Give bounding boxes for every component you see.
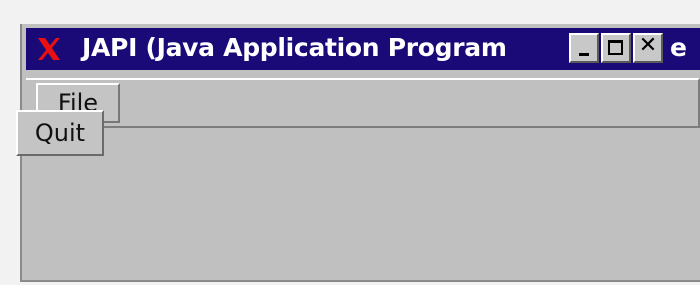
minimize-button[interactable] — [569, 33, 599, 63]
menu-bar: File — [26, 78, 700, 128]
maximize-icon — [608, 40, 623, 55]
application-window: JAPI (Java Application Program ✕ e File — [20, 24, 700, 282]
title-bar[interactable]: JAPI (Java Application Program ✕ e — [26, 28, 700, 70]
window-controls: ✕ — [569, 33, 663, 63]
close-icon: ✕ — [638, 33, 658, 58]
maximize-button[interactable] — [601, 33, 631, 63]
menu-item-quit[interactable]: Quit — [20, 114, 100, 152]
minimize-icon — [579, 53, 589, 56]
file-menu-dropdown: Quit — [16, 110, 104, 156]
window-title-overflow: e — [670, 33, 687, 62]
x-window-system-icon — [38, 38, 60, 60]
close-button[interactable]: ✕ — [633, 33, 663, 63]
window-title: JAPI (Java Application Program — [82, 33, 507, 62]
